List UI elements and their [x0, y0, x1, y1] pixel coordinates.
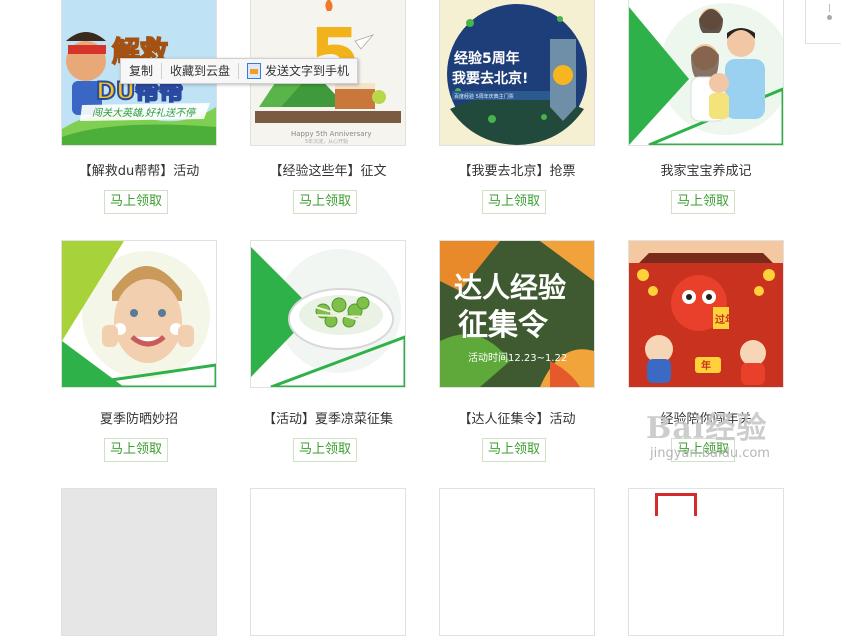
claim-now-button[interactable]: 马上领取: [671, 190, 736, 214]
svg-text:过年: 过年: [715, 313, 735, 326]
svg-text:百度经验 5周年庆典主门票: 百度经验 5周年庆典主门票: [454, 93, 514, 100]
expert-recruit-artwork: 达人经验 征集令 活动时间12.23~1.22: [440, 241, 594, 387]
reward-title[interactable]: 【达人征集令】活动: [409, 408, 625, 427]
side-scroll-tab[interactable]: [805, 0, 841, 44]
claim-now-button[interactable]: 马上领取: [104, 190, 169, 214]
claim-now-button[interactable]: 马上领取: [482, 190, 547, 214]
svg-text:我要去北京!: 我要去北京!: [452, 70, 528, 87]
family-photo-artwork: [629, 0, 783, 145]
reward-thumbnail[interactable]: [61, 240, 217, 388]
claim-now-button[interactable]: 马上领取: [104, 438, 169, 462]
scroll-line: [829, 4, 830, 12]
save-to-cloud-menu-item[interactable]: 收藏到云盘: [162, 59, 238, 83]
baidu-jingyan-watermark: Bai经验 jingyan.baidu.com: [646, 411, 770, 462]
reward-title[interactable]: 【经验这些年】征文: [220, 160, 436, 179]
svg-text:活动时间12.23~1.22: 活动时间12.23~1.22: [468, 351, 567, 364]
reward-thumbnail[interactable]: 过年 年: [628, 240, 784, 388]
claim-now-button[interactable]: 马上领取: [482, 438, 547, 462]
svg-text:达人经验: 达人经验: [454, 271, 566, 304]
reward-thumbnail[interactable]: [628, 0, 784, 146]
svg-text:征集令: 征集令: [458, 308, 549, 343]
reward-thumbnail[interactable]: 经验5周年 我要去北京! 百度经验 5周年庆典主门票: [439, 0, 595, 146]
reward-title[interactable]: 夏季防晒妙招: [31, 408, 247, 427]
copy-menu-item[interactable]: 复制: [121, 59, 161, 83]
send-to-phone-menu-item[interactable]: 发送文字到手机: [239, 59, 357, 83]
watermark-url: jingyan.baidu.com: [650, 446, 770, 461]
beijing-ticket-artwork: 经验5周年 我要去北京! 百度经验 5周年庆典主门票: [440, 0, 594, 145]
svg-text:Happy 5th Anniversary: Happy 5th Anniversary: [291, 130, 372, 138]
svg-text:闯关大英雄,好礼送不停: 闯关大英雄,好礼送不停: [92, 107, 197, 119]
reward-thumbnail[interactable]: 达人经验 征集令 活动时间12.23~1.22: [439, 240, 595, 388]
svg-text:年: 年: [701, 359, 711, 372]
svg-text:经验5周年: 经验5周年: [454, 50, 520, 67]
watermark-logo: Bai经验: [646, 411, 768, 446]
reward-thumbnail[interactable]: [439, 488, 595, 636]
claim-now-button[interactable]: 马上领取: [293, 438, 358, 462]
svg-text:5年沉淀，从心开始: 5年沉淀，从心开始: [305, 138, 348, 145]
scroll-dot-icon: [827, 15, 832, 20]
new-year-artwork: 过年 年: [629, 241, 783, 387]
cold-dish-artwork: [251, 241, 405, 387]
reward-title[interactable]: 【我要去北京】抢票: [409, 160, 625, 179]
reward-thumbnail[interactable]: [250, 488, 406, 636]
reward-thumbnail[interactable]: [628, 488, 784, 636]
phone-icon: [247, 63, 262, 79]
text-selection-toolbar: 复制 收藏到云盘 发送文字到手机: [120, 58, 359, 84]
claim-now-button[interactable]: 马上领取: [293, 190, 358, 214]
reward-title[interactable]: 【解救du帮帮】活动: [31, 160, 247, 179]
sunscreen-artwork: [62, 241, 216, 387]
reward-thumbnail[interactable]: [61, 488, 217, 636]
reward-title[interactable]: 我家宝宝养成记: [598, 160, 814, 179]
reward-title[interactable]: 【活动】夏季凉菜征集: [220, 408, 436, 427]
reward-thumbnail[interactable]: [250, 240, 406, 388]
send-to-phone-label: 发送文字到手机: [265, 64, 350, 78]
